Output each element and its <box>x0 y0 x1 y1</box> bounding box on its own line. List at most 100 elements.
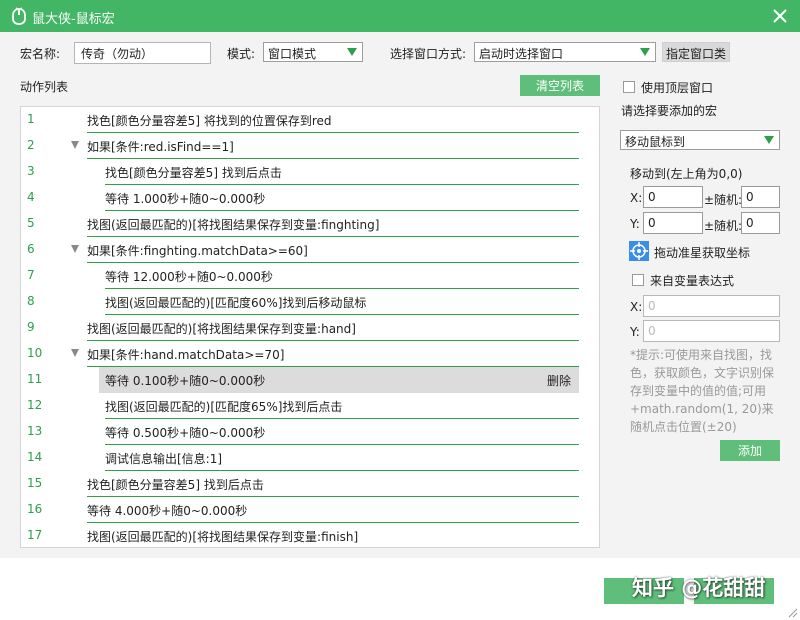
row-text: 调试信息输出[信息:1] <box>105 452 223 466</box>
use-top-window-label: 使用顶层窗口 <box>641 81 714 95</box>
var-y-input[interactable]: 0 <box>643 320 780 342</box>
row-text: 等待 4.000秒+随0~0.000秒 <box>87 504 248 518</box>
row-number: 2 <box>27 138 35 152</box>
row-text: 等待 0.500秒+随0~0.000秒 <box>105 426 266 440</box>
row-number: 10 <box>27 346 43 360</box>
action-row[interactable]: 15 找色[颜色分量容差5] 找到后点击 <box>21 471 599 497</box>
y-random-label: ±随机: <box>704 219 743 233</box>
chevron-down-icon <box>640 48 650 56</box>
collapse-triangle-icon[interactable] <box>71 141 79 149</box>
action-list: 17 找图(返回最匹配的)[将找图结果保存到变量:finish] 16 等待 4.00… <box>20 106 600 548</box>
use-top-window-checkbox[interactable] <box>623 81 635 93</box>
row-text: 找图(返回最匹配的)[匹配度60%]找到后移动鼠标 <box>105 296 367 310</box>
mode-label: 模式: <box>227 47 256 61</box>
action-row[interactable]: 17 找图(返回最匹配的)[将找图结果保存到变量:finish] <box>21 523 599 547</box>
from-var-expr-label: 来自变量表达式 <box>650 274 735 288</box>
action-list-label: 动作列表 <box>20 80 69 94</box>
row-underline <box>105 444 579 445</box>
x-coordinate-input[interactable] <box>643 186 703 208</box>
drag-crosshair-label: 拖动准星获取坐标 <box>654 246 751 260</box>
chevron-down-icon <box>347 48 357 56</box>
row-text: 找图(返回最匹配的)[将找图结果保存到变量:finish] <box>87 530 359 544</box>
row-underline <box>105 210 579 211</box>
var-x-label: X: <box>630 300 643 314</box>
macro-select[interactable]: 移动鼠标到 <box>620 130 780 150</box>
select-window-select[interactable]: 启动时选择窗口 <box>474 42 656 62</box>
action-row[interactable]: 4 等待 1.000秒+随0~0.000秒 <box>21 185 599 211</box>
specify-window-class-button[interactable]: 指定窗口类 <box>662 42 731 62</box>
action-row[interactable]: 6 如果[条件:finghting.matchData>=60] <box>21 237 599 263</box>
row-text: 如果[条件:red.isFind==1] <box>87 140 234 154</box>
row-underline <box>87 236 579 237</box>
row-text: 等待 0.100秒+随0~0.000秒 <box>105 374 266 388</box>
row-number: 5 <box>27 216 35 230</box>
action-row[interactable]: 3 找色[颜色分量容差5] 找到后点击 <box>21 159 599 185</box>
row-number: 17 <box>27 528 43 542</box>
mode-select[interactable]: 窗口模式 <box>263 42 363 62</box>
action-row[interactable]: 7 等待 12.000秒+随0~0.000秒 <box>21 263 599 289</box>
action-row[interactable]: 16 等待 4.000秒+随0~0.000秒 <box>21 497 599 523</box>
action-row[interactable]: 11 等待 0.100秒+随0~0.000秒 删除 <box>21 367 599 393</box>
row-text: 等待 12.000秒+随0~0.000秒 <box>105 270 273 284</box>
action-row[interactable]: 8 找图(返回最匹配的)[匹配度60%]找到后移动鼠标 <box>21 289 599 315</box>
mode-select-value: 窗口模式 <box>268 47 317 61</box>
hint-text: *提示:可使用来自找图，找色，获取颜色，文字识别保存到变量中的值的值;可用+ma… <box>630 348 775 434</box>
row-number: 9 <box>27 320 35 334</box>
row-number: 12 <box>27 398 43 412</box>
crosshair-icon[interactable] <box>629 241 649 261</box>
row-text: 找色[颜色分量容差5] 找到后点击 <box>87 478 264 492</box>
row-number: 15 <box>27 476 43 490</box>
clear-list-button[interactable]: 清空列表 <box>520 75 600 96</box>
select-window-label: 选择窗口方式: <box>390 47 467 61</box>
title-bar: 鼠大侠-鼠标宏 <box>0 0 800 32</box>
macro-select-value: 移动鼠标到 <box>625 135 686 149</box>
action-row[interactable]: 5 找图(返回最匹配的)[将找图结果保存到变量:finghting] <box>21 211 599 237</box>
row-text: 找图(返回最匹配的)[匹配度65%]找到后点击 <box>105 400 343 414</box>
x-random-input[interactable] <box>741 186 780 208</box>
select-macro-label: 请选择要添加的宏 <box>621 104 718 118</box>
row-underline <box>87 522 579 523</box>
macro-name-input[interactable] <box>74 42 211 64</box>
row-text: 如果[条件:finghting.matchData>=60] <box>87 244 308 258</box>
x-label: X: <box>630 191 643 205</box>
row-number: 3 <box>27 164 35 178</box>
collapse-triangle-icon[interactable] <box>71 245 79 253</box>
action-row[interactable]: 1 找色[颜色分量容差5] 将找到的位置保存到red <box>21 107 599 133</box>
action-row[interactable]: 14 调试信息输出[信息:1] <box>21 445 599 471</box>
action-row[interactable]: 12 找图(返回最匹配的)[匹配度65%]找到后点击 <box>21 393 599 419</box>
action-row[interactable]: 2 如果[条件:red.isFind==1] <box>21 133 599 159</box>
from-var-expr-checkbox[interactable] <box>632 274 644 286</box>
row-underline <box>105 288 579 289</box>
add-button[interactable]: 添加 <box>720 440 780 461</box>
collapse-triangle-icon[interactable] <box>71 349 79 357</box>
resize-grip-icon[interactable] <box>786 606 798 618</box>
row-underline <box>87 262 579 263</box>
y-coordinate-input[interactable] <box>643 212 703 234</box>
row-underline <box>87 496 579 497</box>
row-text: 找色[颜色分量容差5] 找到后点击 <box>105 166 282 180</box>
select-window-value: 启动时选择窗口 <box>479 47 564 61</box>
row-underline <box>105 184 579 185</box>
var-x-input[interactable]: 0 <box>643 295 780 317</box>
row-underline <box>87 158 579 159</box>
row-underline <box>105 470 579 471</box>
row-number: 11 <box>27 372 43 386</box>
row-underline <box>105 314 579 315</box>
row-number: 8 <box>27 294 35 308</box>
row-text: 等待 1.000秒+随0~0.000秒 <box>105 192 266 206</box>
row-text: 如果[条件:hand.matchData>=70] <box>87 348 285 362</box>
y-random-input[interactable] <box>741 212 780 234</box>
row-number: 16 <box>27 502 43 516</box>
action-row[interactable]: 13 等待 0.500秒+随0~0.000秒 <box>21 419 599 445</box>
action-row[interactable]: 9 找图(返回最匹配的)[将找图结果保存到变量:hand] <box>21 315 599 341</box>
move-to-label: 移动到(左上角为0,0) <box>630 167 743 181</box>
window-title: 鼠大侠-鼠标宏 <box>32 12 115 27</box>
row-underline <box>87 340 579 341</box>
x-random-label: ±随机: <box>704 193 743 207</box>
close-icon[interactable] <box>770 6 790 26</box>
delete-row-button[interactable]: 删除 <box>547 372 571 389</box>
action-row[interactable]: 10 如果[条件:hand.matchData>=70] <box>21 341 599 367</box>
row-number: 6 <box>27 242 35 256</box>
mouse-logo-icon <box>12 7 26 25</box>
row-number: 1 <box>27 112 35 126</box>
